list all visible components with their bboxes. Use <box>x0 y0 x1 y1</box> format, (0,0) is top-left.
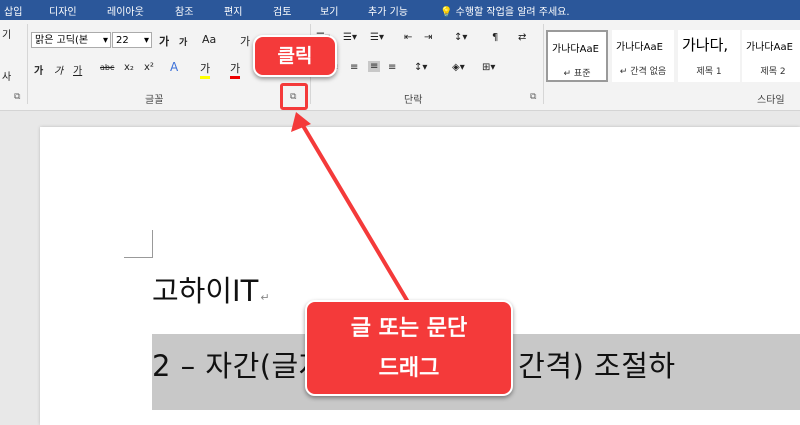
drag-callout-line1: 글 또는 문단 <box>350 316 468 341</box>
drag-callout: 글 또는 문단 드래그 <box>305 300 513 396</box>
drag-callout-line2: 드래그 <box>378 356 440 381</box>
launcher-highlight-box <box>280 83 308 110</box>
click-callout: 클릭 <box>253 35 337 77</box>
